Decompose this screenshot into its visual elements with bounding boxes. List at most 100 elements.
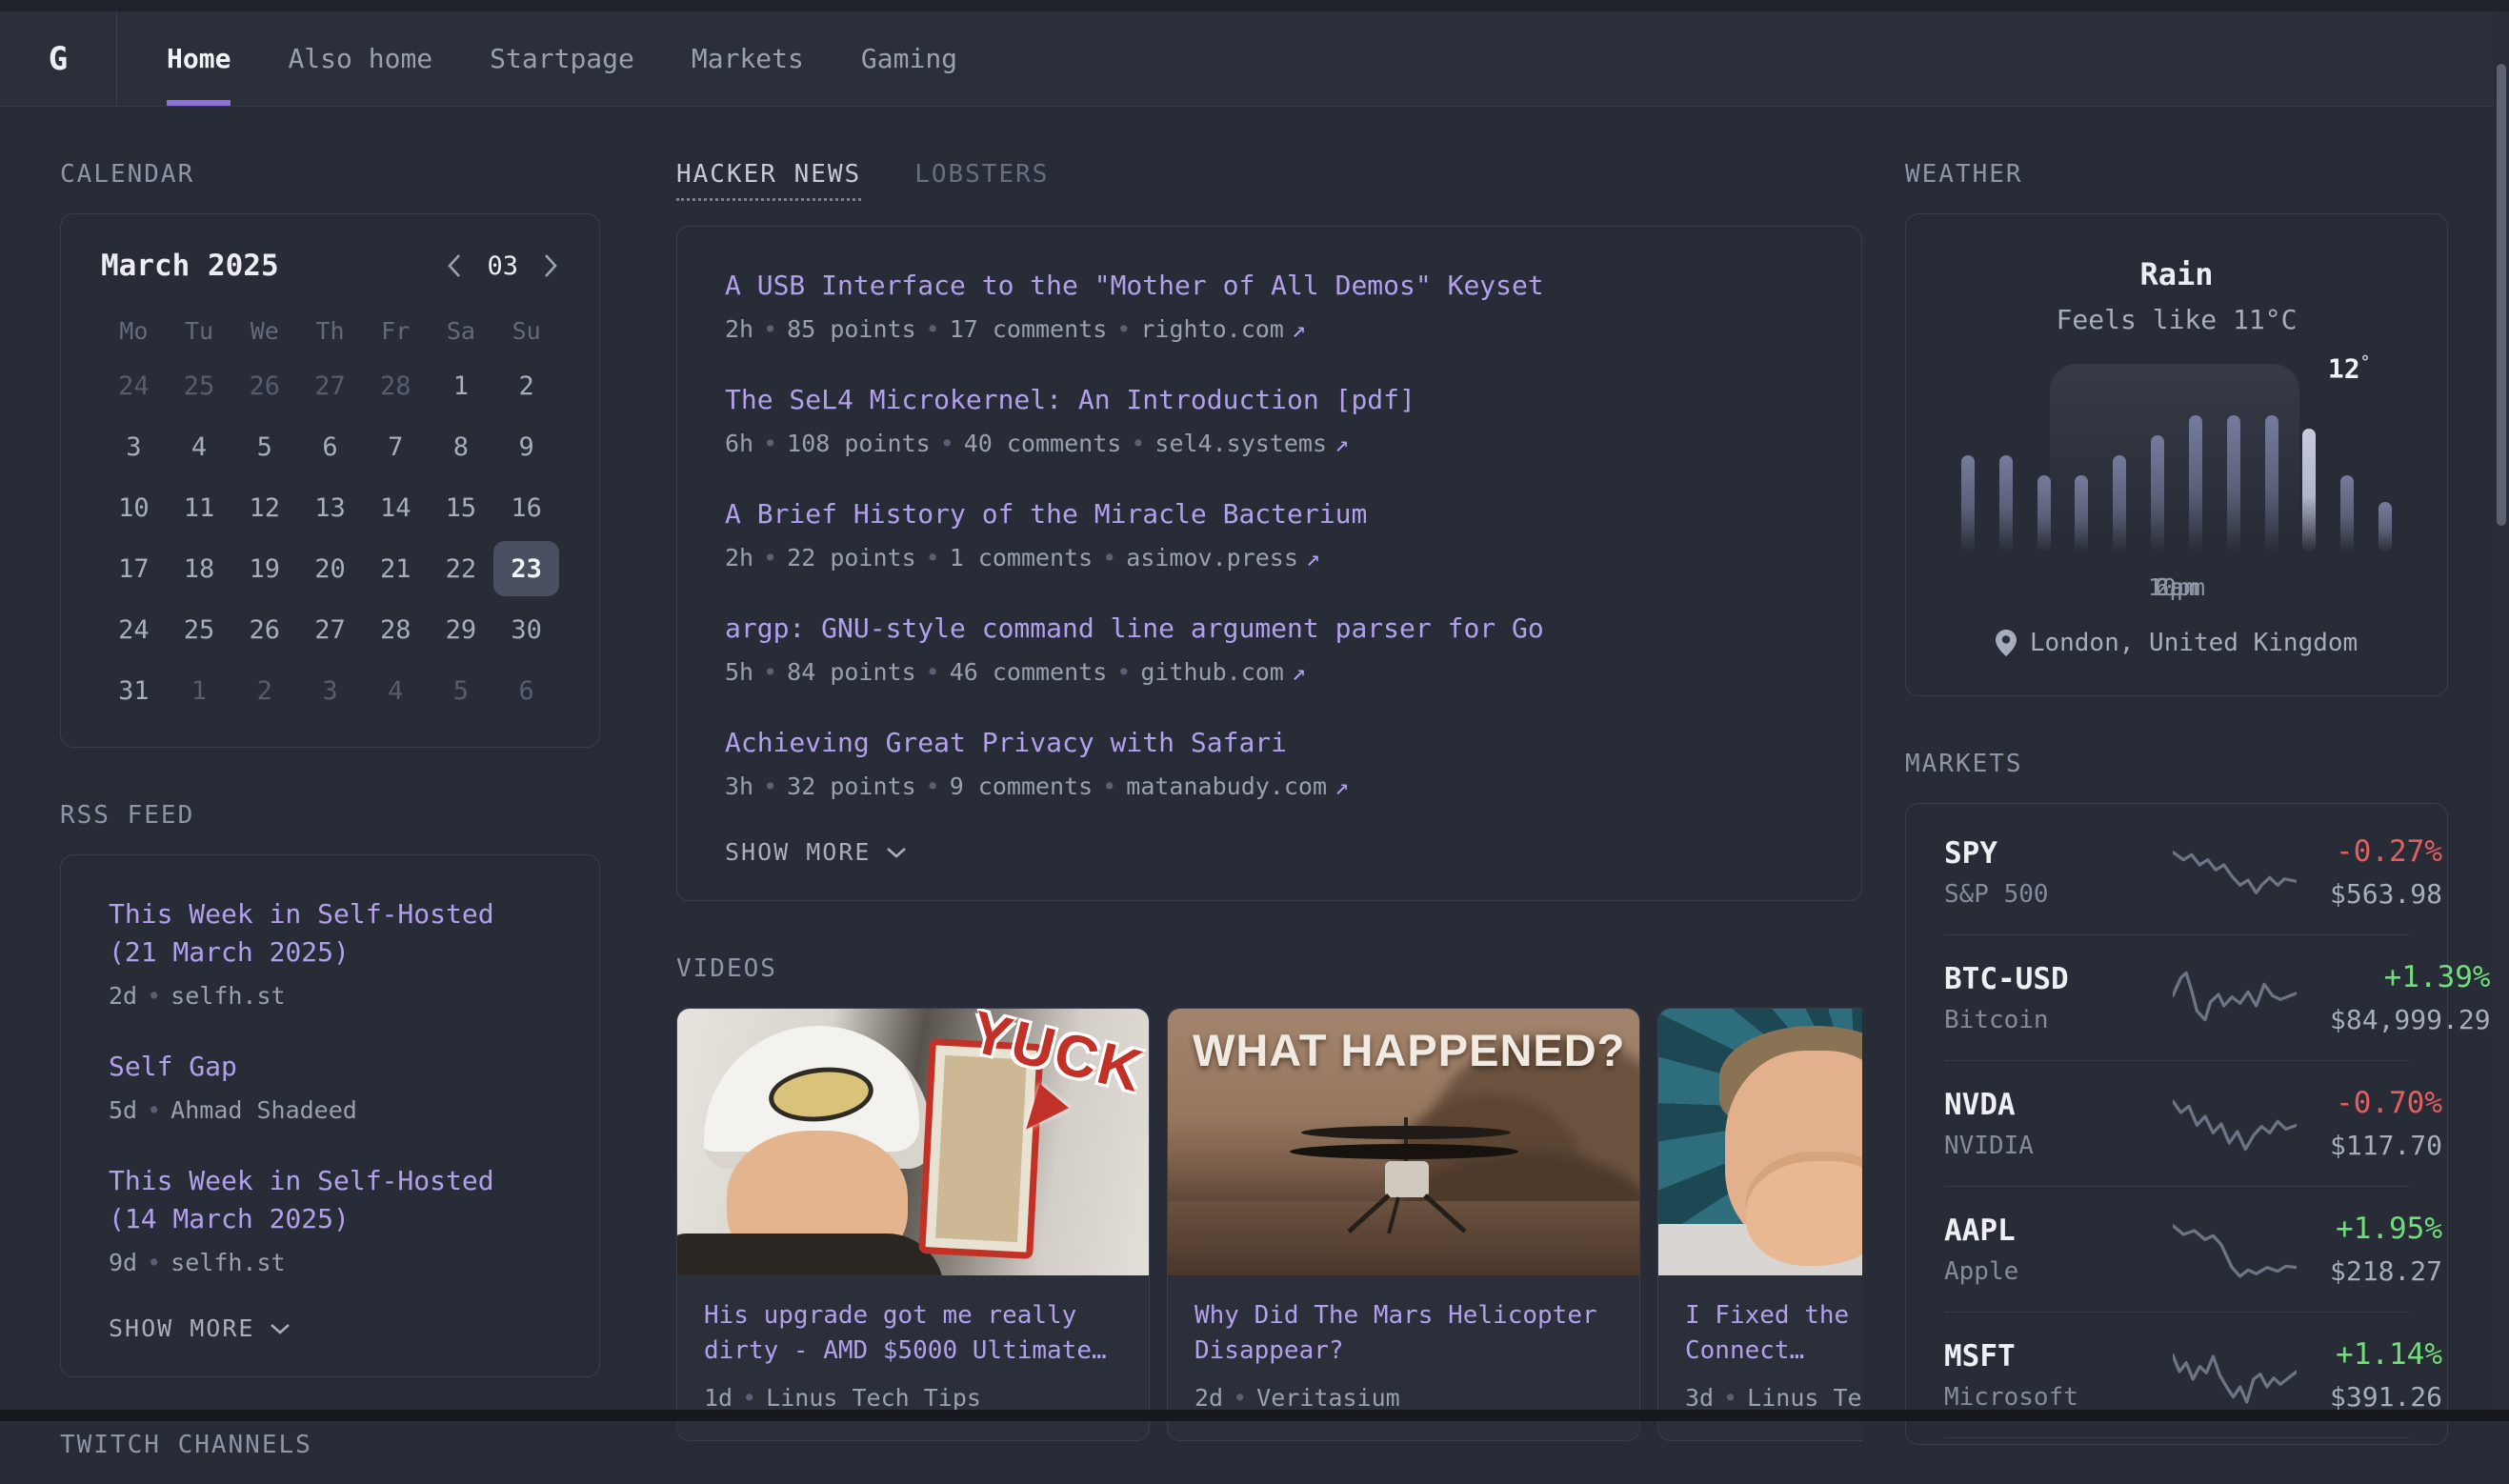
calendar-day[interactable]: 3 xyxy=(101,419,167,474)
news-item-comments[interactable]: 1 comments xyxy=(950,544,1094,572)
calendar-day[interactable]: 5 xyxy=(429,663,494,718)
news-item-title[interactable]: The SeL4 Microkernel: An Introduction [p… xyxy=(725,381,1814,419)
news-item-comments[interactable]: 9 comments xyxy=(950,772,1094,800)
calendar-day[interactable]: 26 xyxy=(231,358,297,413)
chevron-left-icon[interactable] xyxy=(446,252,462,279)
calendar-day[interactable]: 19 xyxy=(231,541,297,596)
news-source-tab[interactable]: LOBSTERS xyxy=(914,160,1049,189)
news-item-title[interactable]: A Brief History of the Miracle Bacterium xyxy=(725,495,1814,533)
market-row[interactable]: NVDA NVIDIA -0.70% $117.70 xyxy=(1944,1061,2409,1187)
calendar-day[interactable]: 25 xyxy=(167,358,232,413)
calendar-day[interactable]: 25 xyxy=(167,602,232,657)
video-card[interactable]: DO TH T I Fixed the 5… Power Connect… 3d… xyxy=(1657,1008,1862,1441)
market-row[interactable]: BTC-USD Bitcoin +1.39% $84,999.29 xyxy=(1944,935,2409,1061)
calendar-day[interactable]: 27 xyxy=(297,358,363,413)
news-item-domain[interactable]: matanabudy.com xyxy=(1126,772,1327,800)
market-row[interactable]: SPY S&P 500 -0.27% $563.98 xyxy=(1944,810,2409,935)
video-channel[interactable]: Linus Tech Tips xyxy=(766,1384,981,1412)
calendar-day[interactable]: 28 xyxy=(363,358,429,413)
calendar-day[interactable]: 2 xyxy=(231,663,297,718)
calendar-day[interactable]: 16 xyxy=(493,480,559,535)
calendar-day[interactable]: 21 xyxy=(363,541,429,596)
calendar-day[interactable]: 3 xyxy=(297,663,363,718)
video-channel[interactable]: Linus Tech Tips xyxy=(1747,1384,1862,1412)
market-row[interactable]: AAPL Apple +1.95% $218.27 xyxy=(1944,1187,2409,1313)
nav-tab[interactable]: Markets xyxy=(692,11,804,106)
calendar-day[interactable]: 17 xyxy=(101,541,167,596)
calendar-day[interactable]: 31 xyxy=(101,663,167,718)
nav-tab[interactable]: Home xyxy=(167,11,231,106)
nav-tab[interactable]: Gaming xyxy=(861,11,957,106)
scrollbar-track[interactable] xyxy=(2494,11,2509,1421)
calendar-day[interactable]: 15 xyxy=(429,480,494,535)
videos-heading: VIDEOS xyxy=(676,954,1862,983)
calendar-day[interactable]: 23 xyxy=(493,541,559,596)
news-item-comments[interactable]: 46 comments xyxy=(950,658,1108,686)
news-item-comments[interactable]: 40 comments xyxy=(964,430,1122,457)
calendar-day[interactable]: 18 xyxy=(167,541,232,596)
news-show-more-button[interactable]: SHOW MORE xyxy=(725,838,1814,866)
market-ticker[interactable]: AAPL xyxy=(1944,1213,2139,1248)
calendar-day[interactable]: 10 xyxy=(101,480,167,535)
video-card[interactable]: YUCK His upgrade got me really dirty - A… xyxy=(676,1008,1150,1441)
nav-tab[interactable]: Also home xyxy=(288,11,432,106)
video-title[interactable]: Why Did The Mars Helicopter Disappear? xyxy=(1194,1298,1613,1369)
video-card[interactable]: WHAT HAPPENED? Why Did The Mars Helicopt… xyxy=(1167,1008,1640,1441)
calendar-day[interactable]: 4 xyxy=(167,419,232,474)
news-item-title[interactable]: Achieving Great Privacy with Safari xyxy=(725,724,1814,762)
calendar-day[interactable]: 5 xyxy=(231,419,297,474)
calendar-day[interactable]: 27 xyxy=(297,602,363,657)
news-item-comments[interactable]: 17 comments xyxy=(950,315,1108,343)
calendar-day[interactable]: 14 xyxy=(363,480,429,535)
news-item-title[interactable]: argp: GNU-style command line argument pa… xyxy=(725,610,1814,648)
calendar-day[interactable]: 12 xyxy=(231,480,297,535)
chevron-down-icon xyxy=(886,847,907,858)
calendar-day[interactable]: 9 xyxy=(493,419,559,474)
video-channel[interactable]: Veritasium xyxy=(1256,1384,1400,1412)
market-ticker[interactable]: SPY xyxy=(1944,836,2139,871)
calendar-day[interactable]: 11 xyxy=(167,480,232,535)
calendar-day[interactable]: 24 xyxy=(101,358,167,413)
scrollbar-thumb[interactable] xyxy=(2497,64,2506,526)
calendar-day[interactable]: 13 xyxy=(297,480,363,535)
calendar-day[interactable]: 26 xyxy=(231,602,297,657)
rss-item-title[interactable]: This Week in Self-Hosted (21 March 2025) xyxy=(109,895,552,972)
chevron-right-icon[interactable] xyxy=(543,252,559,279)
video-title[interactable]: His upgrade got me really dirty - AMD $5… xyxy=(704,1298,1122,1369)
calendar-day[interactable]: 6 xyxy=(297,419,363,474)
weather-location[interactable]: London, United Kingdom xyxy=(1944,629,2409,657)
news-item-domain[interactable]: asimov.press xyxy=(1126,544,1298,572)
app-logo[interactable]: G xyxy=(0,11,117,106)
calendar-day[interactable]: 30 xyxy=(493,602,559,657)
market-ticker[interactable]: NVDA xyxy=(1944,1088,2139,1122)
calendar-day[interactable]: 28 xyxy=(363,602,429,657)
calendar-day[interactable]: 2 xyxy=(493,358,559,413)
calendar-day[interactable]: 29 xyxy=(429,602,494,657)
calendar-day[interactable]: 7 xyxy=(363,419,429,474)
calendar-day[interactable]: 24 xyxy=(101,602,167,657)
weather-hour-bar xyxy=(2189,415,2202,552)
calendar-day[interactable]: 4 xyxy=(363,663,429,718)
rss-item-title[interactable]: Self Gap xyxy=(109,1048,552,1086)
market-ticker[interactable]: MSFT xyxy=(1944,1339,2139,1374)
calendar-day[interactable]: 8 xyxy=(429,419,494,474)
calendar-day[interactable]: 20 xyxy=(297,541,363,596)
news-source-tab[interactable]: HACKER NEWS xyxy=(676,160,861,201)
news-item-domain[interactable]: righto.com xyxy=(1140,315,1284,343)
video-thumbnail[interactable]: YUCK xyxy=(677,1009,1150,1275)
calendar-day[interactable]: 1 xyxy=(167,663,232,718)
news-item-title[interactable]: A USB Interface to the "Mother of All De… xyxy=(725,267,1814,305)
video-title[interactable]: I Fixed the 5… Power Connect… xyxy=(1685,1298,1862,1369)
rss-item-title[interactable]: This Week in Self-Hosted (14 March 2025) xyxy=(109,1162,552,1238)
calendar-day[interactable]: 6 xyxy=(493,663,559,718)
news-item-domain[interactable]: sel4.systems xyxy=(1154,430,1327,457)
market-ticker[interactable]: BTC-USD xyxy=(1944,962,2139,996)
news-item-meta: 5h•84 points•46 comments•github.com↗ xyxy=(725,655,1814,690)
rss-show-more-button[interactable]: SHOW MORE xyxy=(109,1314,552,1342)
nav-tab[interactable]: Startpage xyxy=(490,11,634,106)
video-thumbnail[interactable]: WHAT HAPPENED? xyxy=(1168,1009,1640,1275)
news-item-domain[interactable]: github.com xyxy=(1140,658,1284,686)
calendar-day[interactable]: 1 xyxy=(429,358,494,413)
video-thumbnail[interactable]: DO TH T xyxy=(1658,1009,1862,1275)
calendar-day[interactable]: 22 xyxy=(429,541,494,596)
